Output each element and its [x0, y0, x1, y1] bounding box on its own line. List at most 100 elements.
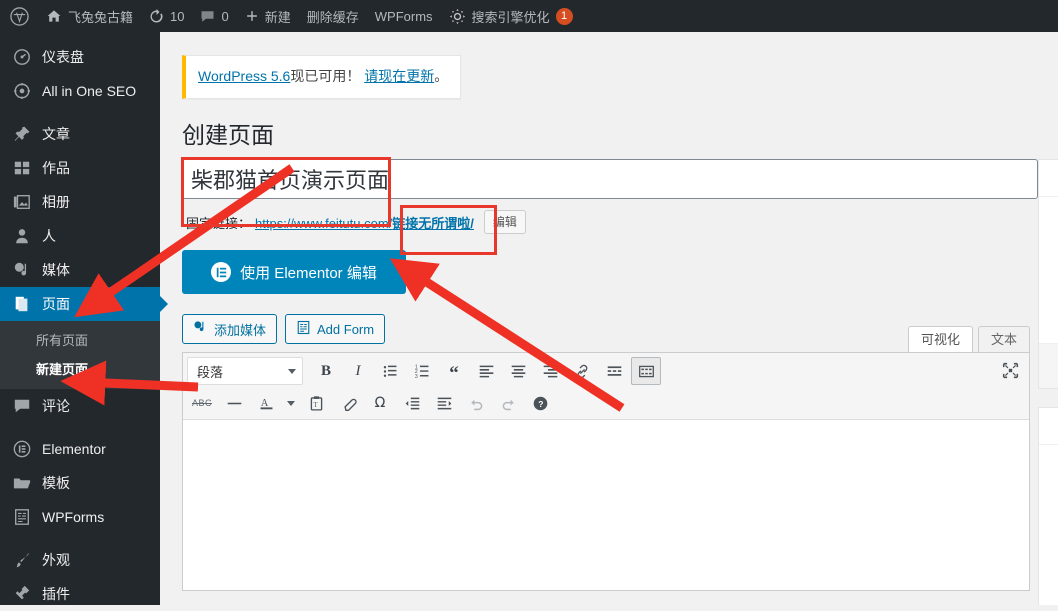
strikethrough-icon[interactable]: ABC [187, 389, 217, 417]
sidebar-label-elementor: Elementor [42, 441, 106, 457]
publish-metabox-header [1039, 160, 1058, 197]
purge-cache-menu[interactable]: 删除缓存 [299, 0, 367, 32]
paragraph-format-value: 段落 [197, 364, 224, 380]
sidebar-item-portfolio[interactable]: 作品 [0, 151, 160, 185]
wordpress-version-link[interactable]: WordPress 5.6 [198, 68, 290, 84]
new-content-menu[interactable]: 新建 [237, 0, 299, 32]
bold-icon[interactable]: B [311, 357, 341, 385]
appearance-brush-icon [12, 551, 32, 569]
add-media-button[interactable]: 添加媒体 [182, 314, 278, 345]
pages-icon [12, 295, 32, 313]
sidebar-item-comments[interactable]: 评论 [0, 389, 160, 423]
edit-with-elementor-button[interactable]: 使用 Elementor 编辑 [182, 250, 406, 295]
submenu-item-new-page[interactable]: 新建页面 [0, 354, 160, 383]
add-media-label: 添加媒体 [214, 322, 267, 338]
publish-metabox-clipped[interactable] [1038, 159, 1058, 389]
blockquote-icon[interactable]: “ [439, 357, 469, 385]
sidebar-label-comments: 评论 [42, 398, 70, 414]
update-notice-period: 。 [434, 68, 449, 84]
redo-icon[interactable] [493, 389, 523, 417]
svg-text:T: T [313, 402, 318, 409]
sidebar-item-plugins[interactable]: 插件 [0, 577, 160, 611]
sidebar-item-wpforms[interactable]: WPForms [0, 500, 160, 534]
distraction-free-fullscreen-icon[interactable] [995, 356, 1025, 384]
page-attributes-metabox-clipped[interactable] [1038, 407, 1058, 605]
keyboard-shortcuts-help-icon[interactable]: ? [525, 389, 555, 417]
clear-formatting-icon[interactable] [333, 389, 363, 417]
comment-bubble-icon [200, 9, 215, 24]
plugins-icon [12, 585, 32, 603]
submenu-item-all-pages[interactable]: 所有页面 [0, 325, 160, 354]
pin-icon [12, 125, 32, 143]
paste-as-text-icon[interactable]: T [301, 389, 331, 417]
page-title: 创建页面 [182, 121, 274, 148]
site-name-menu[interactable]: 飞兔兔古籍 [38, 0, 141, 32]
horizontal-rule-icon[interactable] [219, 389, 249, 417]
updates-menu[interactable]: 10 [141, 0, 192, 32]
align-center-icon[interactable] [503, 357, 533, 385]
numbered-list-icon[interactable]: 123 [407, 357, 437, 385]
elementor-icon [12, 440, 32, 458]
bulleted-list-icon[interactable] [375, 357, 405, 385]
undo-icon[interactable] [461, 389, 491, 417]
sidebar-separator [0, 534, 160, 543]
tab-visual-editor[interactable]: 可视化 [907, 326, 973, 353]
indent-icon[interactable] [429, 389, 459, 417]
special-character-icon[interactable]: Ω [365, 389, 395, 417]
seo-label: 搜索引擎优化 [471, 9, 550, 25]
wordpress-logo-menu[interactable] [0, 0, 38, 32]
sidebar-item-gallery[interactable]: 相册 [0, 185, 160, 219]
sidebar-item-templates[interactable]: 模板 [0, 466, 160, 500]
sidebar-item-all-in-one-seo[interactable]: All in One SEO [0, 74, 160, 108]
sidebar-item-elementor[interactable]: Elementor [0, 432, 160, 466]
update-now-link[interactable]: 请现在更新 [364, 68, 434, 84]
text-color-icon[interactable]: A [251, 389, 281, 417]
slug-highlight-box [400, 205, 497, 255]
aioseo-icon [12, 82, 32, 100]
italic-icon[interactable]: I [343, 357, 373, 385]
sidebar-label-portfolio: 作品 [42, 160, 70, 176]
submenu-label-all-pages: 所有页面 [36, 333, 89, 348]
sidebar-item-appearance[interactable]: 外观 [0, 543, 160, 577]
insert-link-icon[interactable] [567, 357, 597, 385]
wpforms-icon [12, 508, 32, 526]
media-icon [12, 261, 32, 279]
purge-cache-label: 删除缓存 [306, 9, 359, 25]
publish-metabox-footer [1039, 343, 1058, 388]
sidebar-label-all-in-one-seo: All in One SEO [42, 83, 137, 99]
new-content-label: 新建 [264, 9, 291, 25]
tab-text-editor[interactable]: 文本 [977, 326, 1030, 353]
wpforms-form-icon [296, 320, 311, 338]
read-more-icon[interactable] [599, 357, 629, 385]
page-wrap: WordPress 5.6现已可用！ 请现在更新。 创建页面 固定链接： htt… [160, 32, 1058, 592]
site-name-label: 飞兔兔古籍 [68, 9, 134, 25]
plus-icon [245, 9, 259, 23]
comments-menu[interactable]: 0 [192, 0, 236, 32]
sidebar-label-templates: 模板 [42, 475, 70, 491]
align-left-icon[interactable] [471, 357, 501, 385]
outdent-icon[interactable] [397, 389, 427, 417]
sidebar-item-media[interactable]: 媒体 [0, 253, 160, 287]
editor-toolbar-row-2: ABC A T Ω ? [183, 387, 1029, 419]
seo-menu[interactable]: 搜索引擎优化 1 [441, 0, 581, 32]
sidebar-label-pages: 页面 [42, 296, 70, 312]
elementor-logo-icon [211, 262, 232, 283]
paragraph-format-select[interactable]: 段落 [187, 357, 303, 386]
toolbar-toggle-icon[interactable] [631, 357, 661, 386]
wpforms-menu[interactable]: WPForms [367, 0, 441, 32]
updates-count: 10 [170, 8, 185, 24]
text-color-dropdown-icon[interactable] [283, 389, 299, 417]
add-form-button[interactable]: Add Form [285, 314, 386, 345]
sidebar-item-people[interactable]: 人 [0, 219, 160, 253]
sidebar-label-posts: 文章 [42, 126, 70, 142]
comment-bubble-icon [12, 397, 32, 415]
svg-text:A: A [260, 398, 268, 409]
editor-content-area[interactable] [183, 420, 1029, 591]
editor-container: 段落 B I 123 “ ABC A T Ω ? [182, 352, 1030, 592]
sidebar-item-dashboard[interactable]: 仪表盘 [0, 40, 160, 74]
seo-notification-badge: 1 [555, 7, 573, 25]
align-right-icon[interactable] [535, 357, 565, 385]
sidebar-item-posts[interactable]: 文章 [0, 117, 160, 151]
sidebar-item-pages[interactable]: 页面 [0, 287, 168, 321]
sidebar-label-people: 人 [42, 228, 56, 244]
